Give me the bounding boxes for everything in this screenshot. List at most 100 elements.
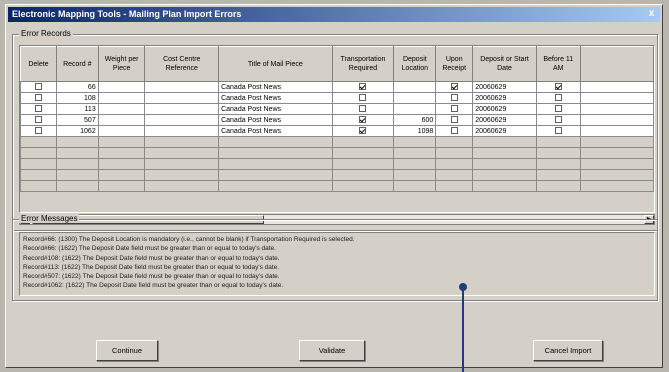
cancel-import-button[interactable]: Cancel Import	[533, 340, 603, 361]
checkbox[interactable]	[34, 83, 42, 91]
validate-button[interactable]: Validate	[299, 340, 365, 361]
empty-row	[20, 136, 654, 148]
column-header[interactable]: Record #	[55, 46, 99, 82]
deposit-date-cell[interactable]: 20060629	[472, 81, 537, 93]
deposit-date-cell[interactable]: 20060629	[472, 125, 537, 137]
empty-row	[20, 180, 654, 192]
cost-centre-cell[interactable]	[144, 92, 220, 104]
checkbox[interactable]	[450, 94, 458, 102]
table-row: 113 Canada Post News 20060629	[20, 103, 654, 115]
empty-cell	[579, 136, 654, 148]
empty-cell	[331, 158, 395, 170]
empty-cell	[97, 136, 146, 148]
record-number-cell[interactable]: 113	[55, 103, 99, 115]
column-header[interactable]: Transportation Required	[331, 46, 395, 82]
column-header[interactable]: Deposit or Start Date	[472, 46, 537, 82]
record-number-cell[interactable]: 108	[55, 92, 99, 104]
record-number-cell[interactable]: 507	[55, 114, 99, 126]
column-header[interactable]: Deposit Location	[393, 46, 437, 82]
record-number-cell[interactable]: 66	[55, 81, 99, 93]
column-header[interactable]: Weight per Piece	[97, 46, 146, 82]
checkbox-cell	[20, 103, 57, 115]
mail-title-cell[interactable]: Canada Post News	[218, 92, 333, 104]
error-message-line: Record#1062: (1622) The Deposit Date fie…	[23, 282, 284, 290]
empty-cell	[218, 169, 333, 181]
checkbox[interactable]	[554, 116, 562, 124]
empty-cell	[472, 158, 537, 170]
deposit-date-cell[interactable]: 20060629	[472, 92, 537, 104]
empty-cell	[20, 169, 57, 181]
records-table: Delete Record # Weight per Piece Cost Centr…	[20, 46, 654, 192]
empty-cell	[579, 169, 654, 181]
checkbox[interactable]	[450, 116, 458, 124]
weight-cell[interactable]	[97, 81, 146, 93]
checkbox-cell	[435, 81, 474, 93]
checkbox[interactable]	[34, 127, 42, 135]
checkbox[interactable]	[450, 127, 458, 135]
empty-cell	[55, 147, 99, 159]
empty-cell	[435, 158, 474, 170]
record-number-cell[interactable]: 1062	[55, 125, 99, 137]
checkbox-cell	[20, 81, 57, 93]
checkbox[interactable]	[34, 116, 42, 124]
checkbox[interactable]	[359, 83, 367, 91]
weight-cell[interactable]	[97, 103, 146, 115]
weight-cell[interactable]	[97, 114, 146, 126]
deposit-location-cell[interactable]	[393, 92, 437, 104]
column-header[interactable]: Before 11 AM	[535, 46, 581, 82]
checkbox[interactable]	[450, 83, 458, 91]
column-header[interactable]: Title of Mail Piece	[218, 46, 333, 82]
close-icon[interactable]: x	[645, 8, 658, 20]
mail-title-cell[interactable]: Canada Post News	[218, 81, 333, 93]
empty-cell	[393, 147, 437, 159]
continue-button[interactable]: Continue	[96, 340, 158, 361]
cost-centre-cell[interactable]	[144, 114, 220, 126]
callout-pointer-line	[462, 287, 464, 372]
checkbox[interactable]	[34, 94, 42, 102]
empty-cell	[472, 136, 537, 148]
empty-cell	[20, 180, 57, 192]
checkbox-cell	[535, 103, 581, 115]
cost-centre-cell[interactable]	[144, 125, 220, 137]
empty-cell	[20, 147, 57, 159]
cost-centre-cell[interactable]	[144, 103, 220, 115]
mail-title-cell[interactable]: Canada Post News	[218, 114, 333, 126]
weight-cell[interactable]	[97, 92, 146, 104]
checkbox[interactable]	[554, 94, 562, 102]
empty-cell	[472, 180, 537, 192]
mail-title-cell[interactable]: Canada Post News	[218, 125, 333, 137]
empty-cell	[331, 169, 395, 181]
column-header[interactable]: Upon Receipt	[435, 46, 474, 82]
checkbox-cell	[20, 92, 57, 104]
checkbox[interactable]	[359, 105, 367, 113]
checkbox[interactable]	[359, 127, 367, 135]
table-row: 1062 Canada Post News 1098 20060629	[20, 125, 654, 137]
column-header[interactable]: Delete	[20, 46, 57, 82]
deposit-date-cell[interactable]: 20060629	[472, 103, 537, 115]
error-message-line: Record#113: (1622) The Deposit Date fiel…	[23, 263, 280, 271]
checkbox[interactable]	[359, 94, 367, 102]
deposit-date-cell[interactable]: 20060629	[472, 114, 537, 126]
checkbox[interactable]	[554, 105, 562, 113]
checkbox-cell	[20, 114, 57, 126]
deposit-location-cell[interactable]: 1098	[393, 125, 437, 137]
empty-cell	[579, 147, 654, 159]
filler-cell	[579, 125, 654, 137]
cost-centre-cell[interactable]	[144, 81, 220, 93]
deposit-location-cell[interactable]	[393, 81, 437, 93]
mail-title-cell[interactable]: Canada Post News	[218, 103, 333, 115]
checkbox[interactable]	[554, 83, 562, 91]
weight-cell[interactable]	[97, 125, 146, 137]
empty-cell	[393, 180, 437, 192]
title-bar: Electronic Mapping Tools - Mailing Plan …	[8, 7, 660, 22]
column-header[interactable]: Cost Centre Reference	[144, 46, 220, 82]
error-message-line: Record#66: (1300) The Deposit Location i…	[23, 236, 355, 243]
checkbox[interactable]	[554, 127, 562, 135]
checkbox[interactable]	[450, 105, 458, 113]
deposit-location-cell[interactable]: 600	[393, 114, 437, 126]
checkbox[interactable]	[34, 105, 42, 113]
deposit-location-cell[interactable]	[393, 103, 437, 115]
window-title: Electronic Mapping Tools - Mailing Plan …	[12, 9, 242, 19]
empty-cell	[472, 147, 537, 159]
checkbox[interactable]	[359, 116, 367, 124]
